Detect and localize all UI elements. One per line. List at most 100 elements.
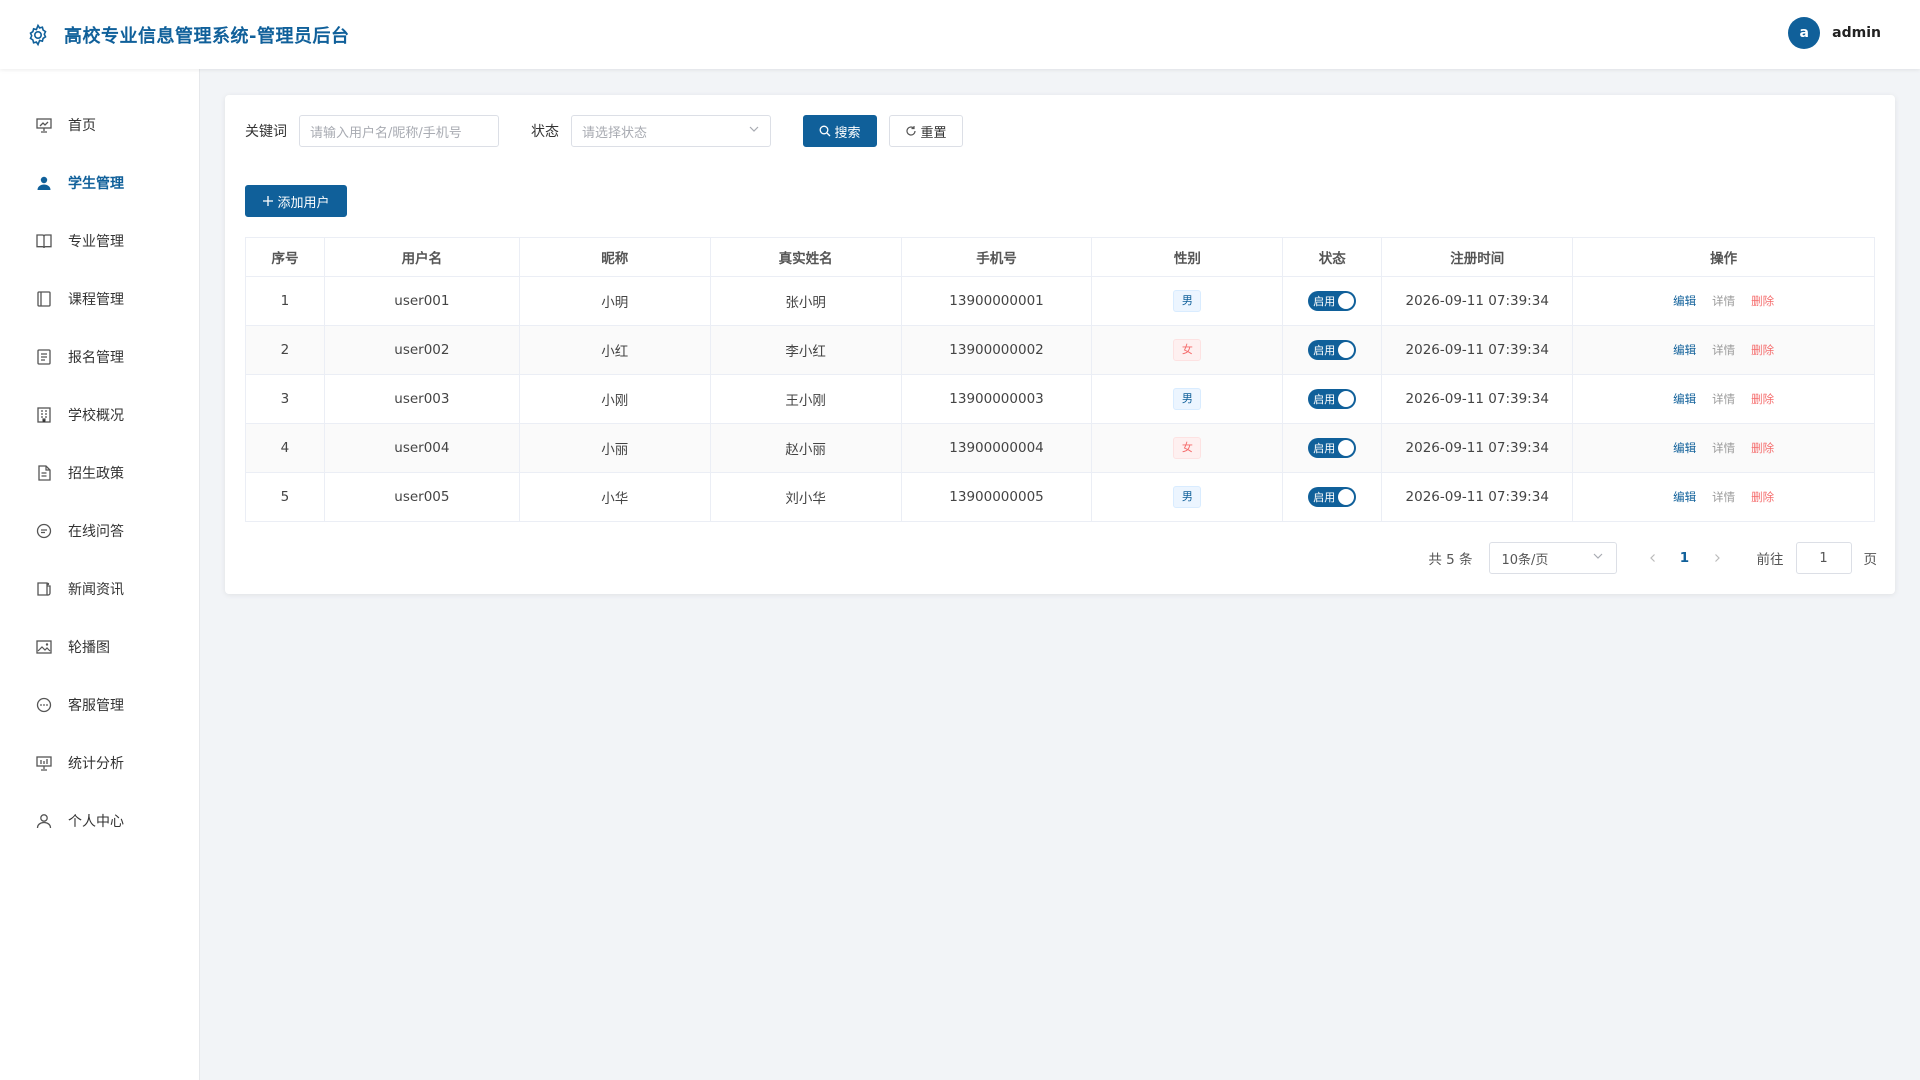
cell-gender: 男 bbox=[1091, 472, 1284, 522]
sidebar-item-label: 首页 bbox=[68, 118, 96, 134]
status-select[interactable]: 请选择状态 bbox=[571, 115, 771, 147]
sidebar: 首页学生管理 专业管理 课程管理报名管理学校概况招生政策在线问答新闻资讯 轮播图客服管… bbox=[0, 69, 200, 1080]
cell-actions: 编辑 详情 删除 bbox=[1572, 276, 1875, 326]
add-user-button[interactable]: 添加用户 bbox=[245, 185, 347, 217]
toggle-knob bbox=[1338, 342, 1355, 358]
user-icon bbox=[35, 174, 53, 192]
delete-button[interactable]: 删除 bbox=[1751, 294, 1774, 308]
status-toggle[interactable]: 启用 bbox=[1308, 438, 1357, 458]
page-size-value: 10条/页 bbox=[1501, 552, 1549, 568]
cell-index: 4 bbox=[245, 423, 325, 473]
detail-button[interactable]: 详情 bbox=[1712, 294, 1735, 308]
page-number-current[interactable]: 1 bbox=[1669, 542, 1701, 574]
pagination: 共 5 条 10条/页 1 前往 1 页 bbox=[1428, 542, 1877, 574]
delete-button[interactable]: 删除 bbox=[1751, 392, 1774, 406]
sidebar-item-0[interactable]: 首页 bbox=[0, 96, 199, 154]
detail-button[interactable]: 详情 bbox=[1712, 392, 1735, 406]
cell-status: 启用 bbox=[1282, 276, 1383, 326]
user-menu[interactable]: a admin bbox=[1788, 17, 1881, 49]
status-placeholder: 请选择状态 bbox=[582, 125, 648, 141]
gear-icon bbox=[25, 22, 51, 48]
status-toggle[interactable]: 启用 bbox=[1308, 291, 1357, 311]
cell-nickname: 小丽 bbox=[518, 423, 711, 473]
sidebar-item-6[interactable]: 招生政策 bbox=[0, 444, 199, 502]
detail-button[interactable]: 详情 bbox=[1712, 343, 1735, 357]
user-outline-icon bbox=[35, 812, 53, 830]
sidebar-item-7[interactable]: 在线问答 bbox=[0, 502, 199, 560]
reset-button-label: 重置 bbox=[920, 125, 947, 141]
file-text-icon bbox=[35, 464, 53, 482]
book-icon bbox=[35, 232, 53, 250]
column-header: 序号 bbox=[245, 237, 325, 277]
edit-button[interactable]: 编辑 bbox=[1673, 294, 1696, 308]
cell-index: 5 bbox=[245, 472, 325, 522]
search-button[interactable]: 搜索 bbox=[803, 115, 877, 147]
gender-tag: 男 bbox=[1173, 290, 1202, 312]
column-header: 真实姓名 bbox=[709, 237, 902, 277]
goto-page-input[interactable]: 1 bbox=[1795, 542, 1852, 574]
username[interactable]: admin bbox=[1832, 25, 1881, 41]
chat-icon bbox=[35, 522, 53, 540]
cell-username: user003 bbox=[323, 374, 520, 424]
sidebar-item-3[interactable]: 课程管理 bbox=[0, 270, 199, 328]
delete-button[interactable]: 删除 bbox=[1751, 441, 1774, 455]
sidebar-item-label: 招生政策 bbox=[68, 466, 124, 482]
delete-button[interactable]: 删除 bbox=[1751, 490, 1774, 504]
page-suffix: 页 bbox=[1863, 552, 1878, 568]
cell-username: user005 bbox=[323, 472, 520, 522]
page-size-select[interactable]: 10条/页 bbox=[1488, 542, 1617, 574]
avatar[interactable]: a bbox=[1788, 17, 1821, 49]
edit-button[interactable]: 编辑 bbox=[1673, 441, 1696, 455]
refresh-icon bbox=[905, 125, 917, 137]
cell-phone: 13900000002 bbox=[900, 325, 1093, 375]
next-page-button[interactable] bbox=[1701, 542, 1733, 574]
column-header: 昵称 bbox=[518, 237, 711, 277]
app-title: 高校专业信息管理系统-管理员后台 bbox=[64, 25, 350, 47]
cell-username: user004 bbox=[323, 423, 520, 473]
cell-register-time: 2026-09-11 07:39:34 bbox=[1381, 374, 1574, 424]
status-toggle[interactable]: 启用 bbox=[1308, 487, 1357, 507]
prev-page-button[interactable] bbox=[1637, 542, 1669, 574]
sidebar-item-1[interactable]: 学生管理 bbox=[0, 154, 199, 212]
sidebar-item-4[interactable]: 报名管理 bbox=[0, 328, 199, 386]
chevron-right-icon bbox=[1714, 554, 1720, 562]
cell-register-time: 2026-09-11 07:39:34 bbox=[1381, 423, 1574, 473]
total-count: 共 5 条 bbox=[1428, 552, 1473, 568]
cell-register-time: 2026-09-11 07:39:34 bbox=[1381, 472, 1574, 522]
sidebar-item-11[interactable]: 统计分析 bbox=[0, 734, 199, 792]
sidebar-item-10[interactable]: 客服管理 bbox=[0, 676, 199, 734]
delete-button[interactable]: 删除 bbox=[1751, 343, 1774, 357]
detail-button[interactable]: 详情 bbox=[1712, 490, 1735, 504]
cell-actions: 编辑 详情 删除 bbox=[1572, 325, 1875, 375]
status-toggle-label: 启用 bbox=[1313, 442, 1336, 455]
edit-button[interactable]: 编辑 bbox=[1673, 490, 1696, 504]
gender-tag: 男 bbox=[1173, 486, 1202, 508]
keyword-input[interactable]: 请输入用户名/昵称/手机号 bbox=[299, 115, 499, 147]
sidebar-item-label: 客服管理 bbox=[68, 698, 124, 714]
chevron-down-icon bbox=[748, 123, 760, 139]
sidebar-item-8[interactable]: 新闻资讯 bbox=[0, 560, 199, 618]
sidebar-item-5[interactable]: 学校概况 bbox=[0, 386, 199, 444]
detail-button[interactable]: 详情 bbox=[1712, 441, 1735, 455]
cell-nickname: 小刚 bbox=[518, 374, 711, 424]
sidebar-item-12[interactable]: 个人中心 bbox=[0, 792, 199, 850]
status-toggle[interactable]: 启用 bbox=[1308, 389, 1357, 409]
sidebar-item-9[interactable]: 轮播图 bbox=[0, 618, 199, 676]
edit-button[interactable]: 编辑 bbox=[1673, 343, 1696, 357]
table-row: 5 user005 小华 刘小华 13900000005 男 启用 2026-09-11 07… bbox=[245, 472, 1875, 522]
cell-status: 启用 bbox=[1282, 325, 1383, 375]
cell-gender: 男 bbox=[1091, 374, 1284, 424]
status-toggle-label: 启用 bbox=[1313, 295, 1336, 308]
sidebar-item-2[interactable]: 专业管理 bbox=[0, 212, 199, 270]
status-label: 状态 bbox=[531, 124, 559, 140]
sidebar-item-label: 在线问答 bbox=[68, 524, 124, 540]
edit-button[interactable]: 编辑 bbox=[1673, 392, 1696, 406]
sidebar-item-label: 报名管理 bbox=[68, 350, 124, 366]
status-toggle[interactable]: 启用 bbox=[1308, 340, 1357, 360]
search-button-label: 搜索 bbox=[834, 125, 861, 141]
top-header: 高校专业信息管理系统-管理员后台 a admin bbox=[0, 0, 1920, 69]
building-icon bbox=[35, 406, 53, 424]
reset-button[interactable]: 重置 bbox=[889, 115, 963, 147]
cell-gender: 女 bbox=[1091, 325, 1284, 375]
table-row: 2 user002 小红 李小红 13900000002 女 启用 2026-09-11 07… bbox=[245, 325, 1875, 375]
